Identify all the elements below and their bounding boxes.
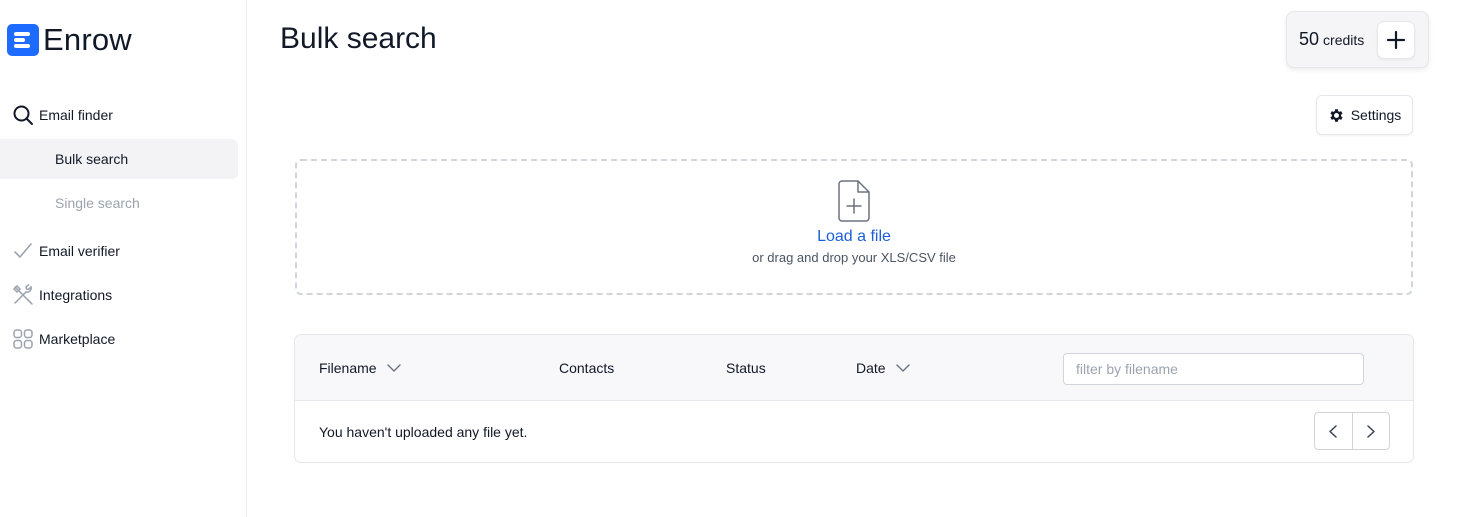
credits-count: 50 [1299, 29, 1320, 49]
sidebar-item-email-verifier[interactable]: Email verifier [12, 240, 120, 262]
file-dropzone[interactable]: Load a file or drag and drop your XLS/CS… [295, 159, 1413, 295]
dropzone-hint: or drag and drop your XLS/CSV file [752, 250, 956, 265]
sidebar-subitem-bulk-search[interactable]: Bulk search [0, 139, 238, 179]
table-header: Filename Contacts Status Date [295, 335, 1413, 401]
column-header-contacts: Contacts [559, 360, 615, 376]
add-file-icon [838, 180, 870, 222]
column-header-date[interactable]: Date [856, 360, 910, 376]
grid-icon [12, 328, 34, 350]
chevron-left-icon [1329, 424, 1337, 438]
chevron-right-icon [1367, 424, 1375, 438]
sidebar: Enrow Email finder Bulk search Single se… [0, 0, 247, 517]
empty-table-message: You haven't uploaded any file yet. [319, 424, 528, 440]
credits-label: credits [1323, 31, 1365, 48]
search-icon [12, 104, 34, 126]
pagination [1314, 412, 1390, 450]
brand-name: Enrow [43, 22, 132, 57]
page-title: Bulk search [280, 22, 437, 55]
sidebar-item-label: Email verifier [39, 243, 120, 259]
sidebar-item-email-finder[interactable]: Email finder [12, 104, 113, 126]
settings-label: Settings [1350, 107, 1402, 123]
checkmark-icon [12, 240, 34, 262]
sidebar-item-label: Integrations [39, 287, 113, 303]
chevron-down-icon [386, 364, 401, 372]
sidebar-subitem-single-search[interactable]: Single search [0, 183, 238, 223]
enrow-logo-icon [7, 24, 39, 56]
gear-icon [1330, 108, 1343, 122]
column-label: Date [856, 360, 886, 376]
credits-widget: 50 credits [1286, 11, 1429, 68]
add-credits-button[interactable] [1377, 21, 1415, 59]
plus-icon [1386, 30, 1406, 50]
sidebar-item-integrations[interactable]: Integrations [12, 284, 112, 306]
sidebar-item-label: Marketplace [39, 331, 116, 347]
settings-button[interactable]: Settings [1316, 95, 1413, 135]
column-header-filename[interactable]: Filename [319, 360, 401, 376]
load-file-link[interactable]: Load a file [817, 228, 891, 246]
sidebar-item-label: Email finder [39, 107, 113, 123]
sidebar-item-marketplace[interactable]: Marketplace [12, 328, 115, 350]
filename-filter-input[interactable] [1063, 353, 1364, 385]
column-label: Filename [319, 360, 377, 376]
files-table: Filename Contacts Status Date You haven'… [294, 334, 1414, 463]
tools-icon [12, 284, 34, 306]
chevron-down-icon [895, 364, 910, 372]
column-header-status: Status [726, 360, 766, 376]
logo[interactable]: Enrow [7, 22, 132, 58]
next-page-button[interactable] [1352, 413, 1389, 449]
previous-page-button[interactable] [1315, 413, 1353, 449]
